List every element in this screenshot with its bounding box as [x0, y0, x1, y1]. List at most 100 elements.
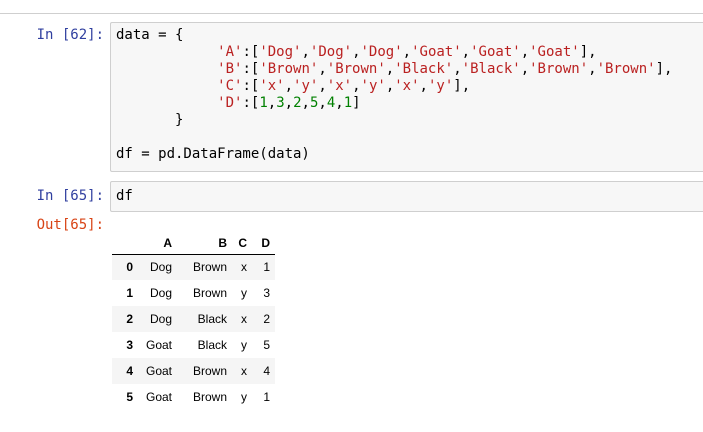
cell-d: 1 — [263, 390, 270, 404]
row-index: 5 — [126, 390, 133, 404]
code-token: data = { — [116, 27, 184, 43]
cell-2-input-prompt: In [65]: — [36, 188, 104, 204]
string-token: 'Dog' — [259, 44, 302, 60]
cell-d: 2 — [263, 312, 270, 326]
table-row: 4 Goat Brown x 4 — [112, 358, 275, 384]
string-token: 'Brown' — [259, 61, 319, 77]
string-token: 'B' — [217, 61, 243, 77]
code-token: , — [352, 78, 361, 94]
string-token: 'x' — [326, 78, 353, 94]
row-index: 2 — [126, 312, 133, 326]
code-token: , — [520, 44, 530, 60]
cell-a: Dog — [149, 260, 172, 275]
cell-b: Brown — [192, 286, 227, 300]
string-token: 'A' — [217, 44, 243, 60]
cell-2-code[interactable]: df — [116, 188, 133, 205]
code-token: ], — [655, 61, 673, 77]
code-token: , — [267, 95, 277, 111]
string-token: 'Dog' — [309, 44, 353, 60]
cell-d: 1 — [263, 260, 270, 275]
cell-c: y — [241, 338, 247, 352]
cell-1-code[interactable]: data = { 'A':['Dog','Dog','Dog','Goat','… — [116, 27, 672, 163]
string-token: 'Goat' — [470, 44, 521, 60]
number-token: 1 — [259, 95, 268, 111]
code-token: :[ — [242, 44, 260, 60]
cell-d: 4 — [263, 364, 270, 378]
table-row: 5 Goat Brown y 1 — [112, 384, 275, 410]
code-token: , — [419, 78, 428, 94]
string-token: 'Black' — [461, 61, 521, 77]
code-token: } — [116, 112, 184, 128]
table-row: 3 Goat Black y 5 — [112, 332, 275, 358]
cell-b: Brown — [192, 390, 227, 404]
code-token: ], — [453, 78, 471, 94]
string-token: 'C' — [217, 78, 243, 94]
number-token: 1 — [343, 95, 353, 111]
code-token: :[ — [242, 95, 260, 111]
column-header-d: D — [252, 232, 275, 255]
cell-d: 3 — [263, 286, 270, 300]
code-token: , — [318, 78, 327, 94]
column-header-c: C — [232, 232, 252, 255]
code-token: , — [402, 44, 412, 60]
code-token: , — [385, 61, 395, 77]
row-index: 1 — [126, 286, 133, 300]
cell-c: y — [241, 286, 247, 300]
cell-b: Black — [197, 312, 227, 326]
index-header — [112, 232, 138, 255]
code-token: :[ — [242, 61, 260, 77]
string-token: 'Black' — [394, 61, 454, 77]
string-token: 'D' — [217, 95, 243, 111]
string-token: 'y' — [427, 78, 454, 94]
table-row: 1 Dog Brown y 3 — [112, 280, 275, 306]
dataframe-output-table: A B C D 0 Dog Brown x 1 1 Dog Brown y 3 … — [112, 232, 275, 410]
code-token: , — [284, 95, 294, 111]
cell-1-input-prompt: In [62]: — [36, 27, 104, 43]
cell-c: y — [241, 390, 247, 404]
cell-c: x — [241, 312, 247, 326]
notebook-top-divider — [0, 13, 703, 14]
string-token: 'y' — [293, 78, 319, 94]
string-token: 'Dog' — [360, 44, 403, 60]
column-header-a: A — [138, 232, 177, 255]
cell-c: x — [241, 364, 247, 378]
code-token: :[ — [242, 78, 260, 94]
string-token: 'Brown' — [596, 61, 656, 77]
string-token: 'y' — [360, 78, 386, 94]
code-token: , — [335, 95, 344, 111]
dataframe-header-row: A B C D — [112, 232, 275, 255]
cell-b: Black — [197, 338, 227, 352]
table-row: 0 Dog Brown x 1 — [112, 254, 275, 280]
string-token: 'Brown' — [529, 61, 589, 77]
code-token: , — [301, 95, 310, 111]
code-token: , — [318, 95, 327, 111]
cell-c: x — [241, 260, 247, 275]
code-token: , — [301, 44, 310, 60]
cell-b: Brown — [192, 364, 227, 378]
cell-2-code-editor[interactable] — [110, 181, 703, 212]
string-token: 'Goat' — [411, 44, 462, 60]
code-token: , — [453, 61, 462, 77]
string-token: 'x' — [259, 78, 285, 94]
row-index: 0 — [126, 260, 133, 275]
column-header-b: B — [177, 232, 232, 255]
string-token: 'x' — [394, 78, 420, 94]
code-token: df = pd.DataFrame(data) — [116, 146, 310, 162]
code-token: ], — [579, 44, 597, 60]
cell-a: Goat — [145, 390, 172, 404]
cell-a: Dog — [149, 312, 172, 326]
code-token: , — [318, 61, 327, 77]
cell-d: 5 — [263, 338, 270, 352]
row-index: 3 — [126, 338, 133, 352]
code-token: , — [385, 78, 395, 94]
row-index: 4 — [126, 364, 133, 378]
code-token: , — [352, 44, 361, 60]
code-token: ] — [352, 95, 361, 111]
code-token: , — [461, 44, 471, 60]
string-token: 'Goat' — [529, 44, 580, 60]
string-token: 'Brown' — [326, 61, 386, 77]
